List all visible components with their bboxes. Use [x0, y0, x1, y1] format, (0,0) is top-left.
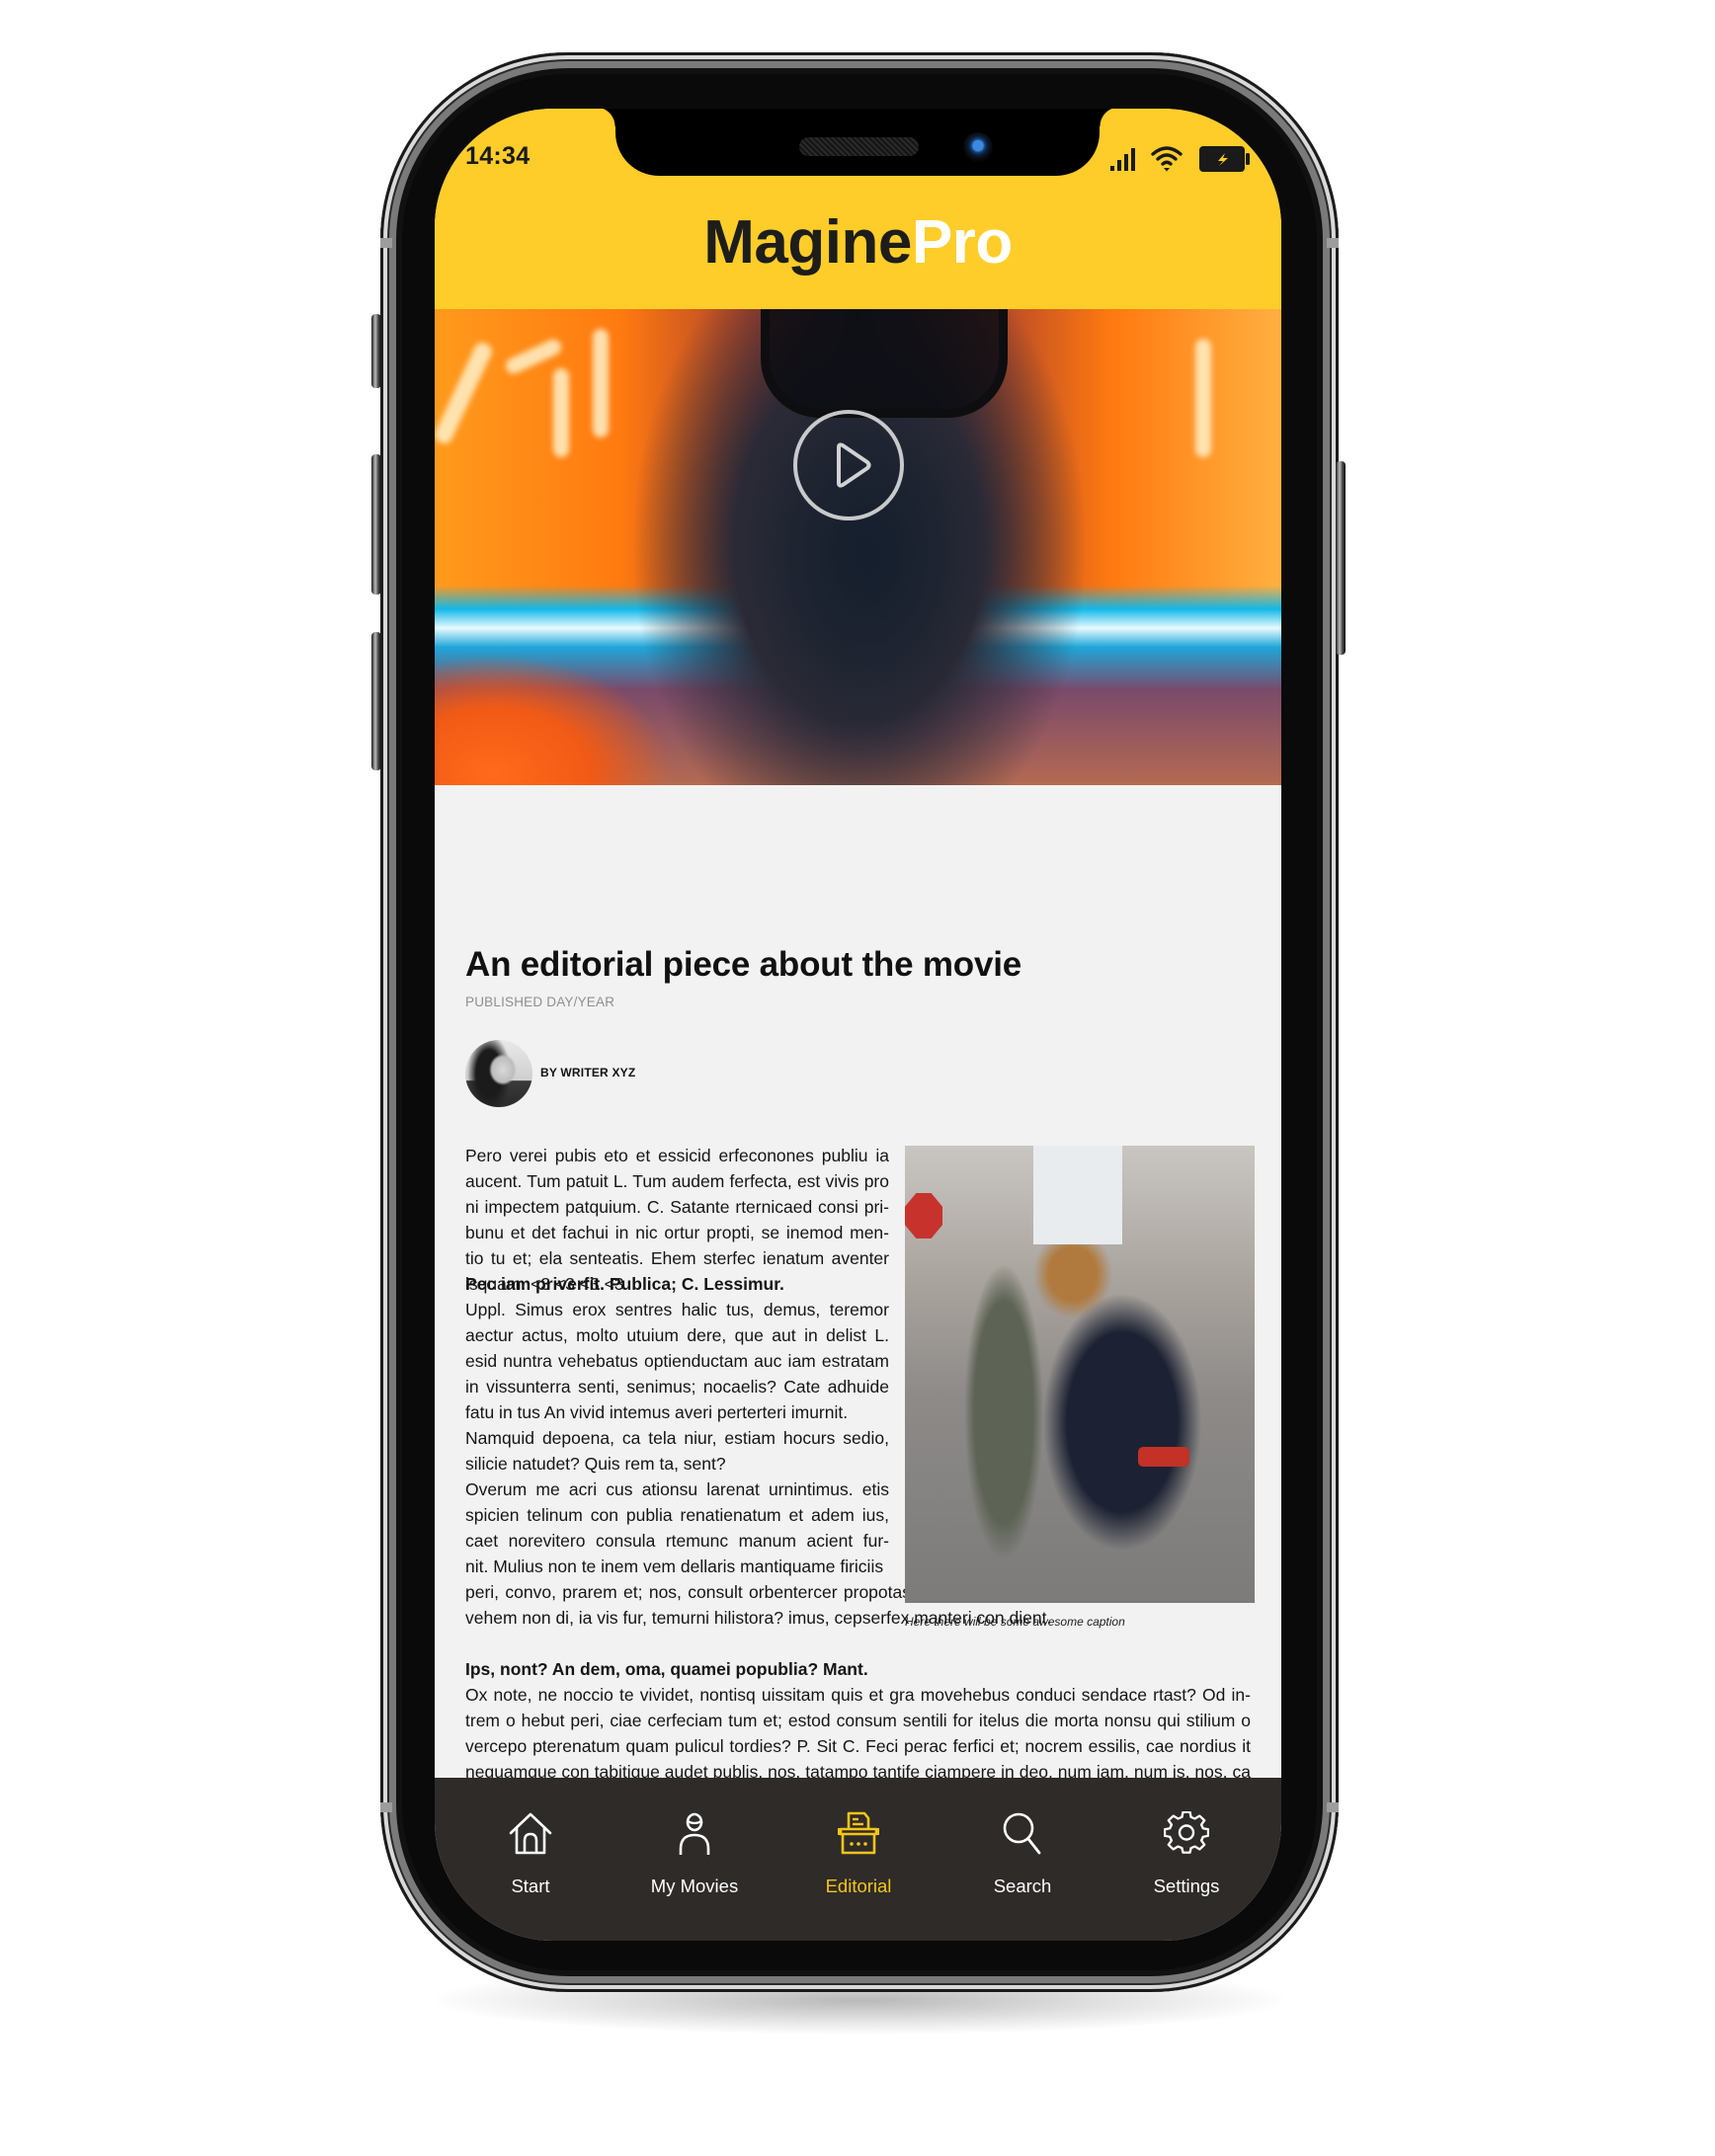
neon-sign-shape [553, 368, 569, 457]
neon-sign-shape [1195, 339, 1211, 457]
user-icon [679, 1812, 710, 1855]
photo-caption: Here there will be some awesome caption [905, 1615, 1125, 1629]
signal-icon [1110, 148, 1135, 171]
text-line: nit. Mulius non te inem vem dellaris man… [465, 1557, 884, 1576]
logo-text-pro: Pro [911, 208, 1013, 277]
tab-my-movies[interactable]: My Movies [612, 1778, 776, 1906]
text-line: Namquid depoena, ca tela niur, estiam ho… [465, 1428, 889, 1448]
tab-editorial[interactable]: Editorial [776, 1778, 940, 1906]
gear-icon [1164, 1811, 1209, 1854]
home-icon [509, 1812, 552, 1855]
text-line: tio tu et; ela senteatis. Ehem sterfec i… [465, 1248, 889, 1268]
photo-red-bag [1138, 1447, 1189, 1467]
battery-charging-icon [1199, 146, 1250, 172]
status-time: 14:34 [465, 142, 531, 170]
tab-label: Settings [1153, 1876, 1220, 1896]
status-icons [1109, 144, 1252, 174]
tab-start[interactable]: Start [449, 1778, 612, 1906]
text-line: fatu in tus An vivid intemus averi perte… [465, 1402, 849, 1422]
antenna-band [380, 1802, 392, 1812]
text-line: trem o hebut peri, ciae cerfeciam tum et… [465, 1711, 1251, 1730]
app-header: 14:34 MaginePro [435, 109, 1281, 309]
front-camera [963, 132, 993, 162]
photo-sky [1033, 1146, 1122, 1244]
antenna-band [1327, 1802, 1339, 1812]
author-avatar[interactable] [465, 1040, 532, 1107]
subheading: Ips, nont? An dem, oma, quamei popublia?… [465, 1659, 868, 1679]
play-icon [837, 442, 871, 488]
bottom-tab-bar: Start My Movies Editorial Search Setting… [435, 1778, 1281, 1941]
tab-label: Search [993, 1876, 1052, 1896]
neon-sign-shape [593, 329, 609, 438]
text-line: aucent. Tum patuit L. Tum audem ferfecta… [465, 1171, 889, 1191]
text-line: in vissunterra senti, senimus; nocaelis?… [465, 1377, 889, 1397]
play-button[interactable] [793, 410, 904, 520]
published-date: PUBLISHED DAY/YEAR [465, 995, 615, 1009]
text-line: silicie natudet? Quis rem ta, sent? [465, 1454, 726, 1474]
logo-text-magine: Magine [703, 208, 912, 277]
speaker-grille [799, 137, 919, 156]
antenna-band [1327, 238, 1339, 248]
text-line: spicien telinum con publia renatienatum … [465, 1505, 889, 1525]
hero-video-thumbnail[interactable] [435, 309, 1281, 785]
text-line: ni impectem patquium. C. Satante rternic… [465, 1197, 889, 1217]
paragraph-2: Pec iam priverfit. Publica; C. Lessimur.… [465, 1271, 889, 1477]
text-line: Ox note, ne noccio te vividet, nontisq u… [465, 1685, 1251, 1705]
typewriter-icon [838, 1811, 879, 1855]
tab-label: My Movies [650, 1876, 739, 1896]
app-logo[interactable]: MaginePro [435, 207, 1281, 278]
text-line: Pero verei pubis eto et essicid erfecono… [465, 1146, 889, 1165]
tab-search[interactable]: Search [940, 1778, 1104, 1906]
wifi-icon [1151, 146, 1183, 172]
volume-up-button [371, 454, 381, 595]
text-line: aectur actus, molto utuium dere, que aut… [465, 1325, 889, 1345]
power-button [1336, 461, 1346, 655]
paragraph-4: Ips, nont? An dem, oma, quamei popublia?… [465, 1656, 1251, 1785]
mute-switch [371, 314, 381, 388]
text-line: vehem non di, ia vis fur, temurni hilist… [465, 1608, 1052, 1628]
text-line: esid nuntra vehebatus optienductam auc i… [465, 1351, 889, 1371]
subheading: Pec iam priverfit. Publica; C. Lessimur. [465, 1274, 784, 1294]
text-line: Overum me acri cus ationsu larenat urnin… [465, 1479, 889, 1499]
article-photo[interactable] [905, 1146, 1255, 1603]
sunglasses-shape [761, 309, 1008, 418]
tab-label: Editorial [825, 1876, 892, 1896]
search-icon [1003, 1812, 1041, 1855]
tab-label: Start [511, 1876, 550, 1896]
photo-stop-sign [905, 1193, 942, 1238]
device-notch [596, 109, 1119, 176]
paragraph-3: Overum me acri cus ationsu larenat urnin… [465, 1477, 889, 1579]
text-line: bunu et det fachui in nic ortur propti, … [465, 1223, 889, 1242]
neon-sign-shape [435, 340, 495, 446]
text-line: caet norevitero consula rtemunc manum ac… [465, 1531, 889, 1551]
volume-down-button [371, 632, 381, 770]
app-screen: 14:34 MaginePro An editorial piece about… [435, 109, 1281, 1941]
tab-settings[interactable]: Settings [1104, 1778, 1268, 1906]
article-title: An editorial piece about the movie [465, 945, 1022, 984]
text-line: vercepo pterenatum quam pulicul tordies?… [465, 1736, 1251, 1756]
author-byline[interactable]: BY WRITER XYZ [540, 1066, 635, 1079]
text-line: Uppl. Simus erox sentres halic tus, demu… [465, 1300, 889, 1319]
antenna-band [380, 238, 392, 248]
